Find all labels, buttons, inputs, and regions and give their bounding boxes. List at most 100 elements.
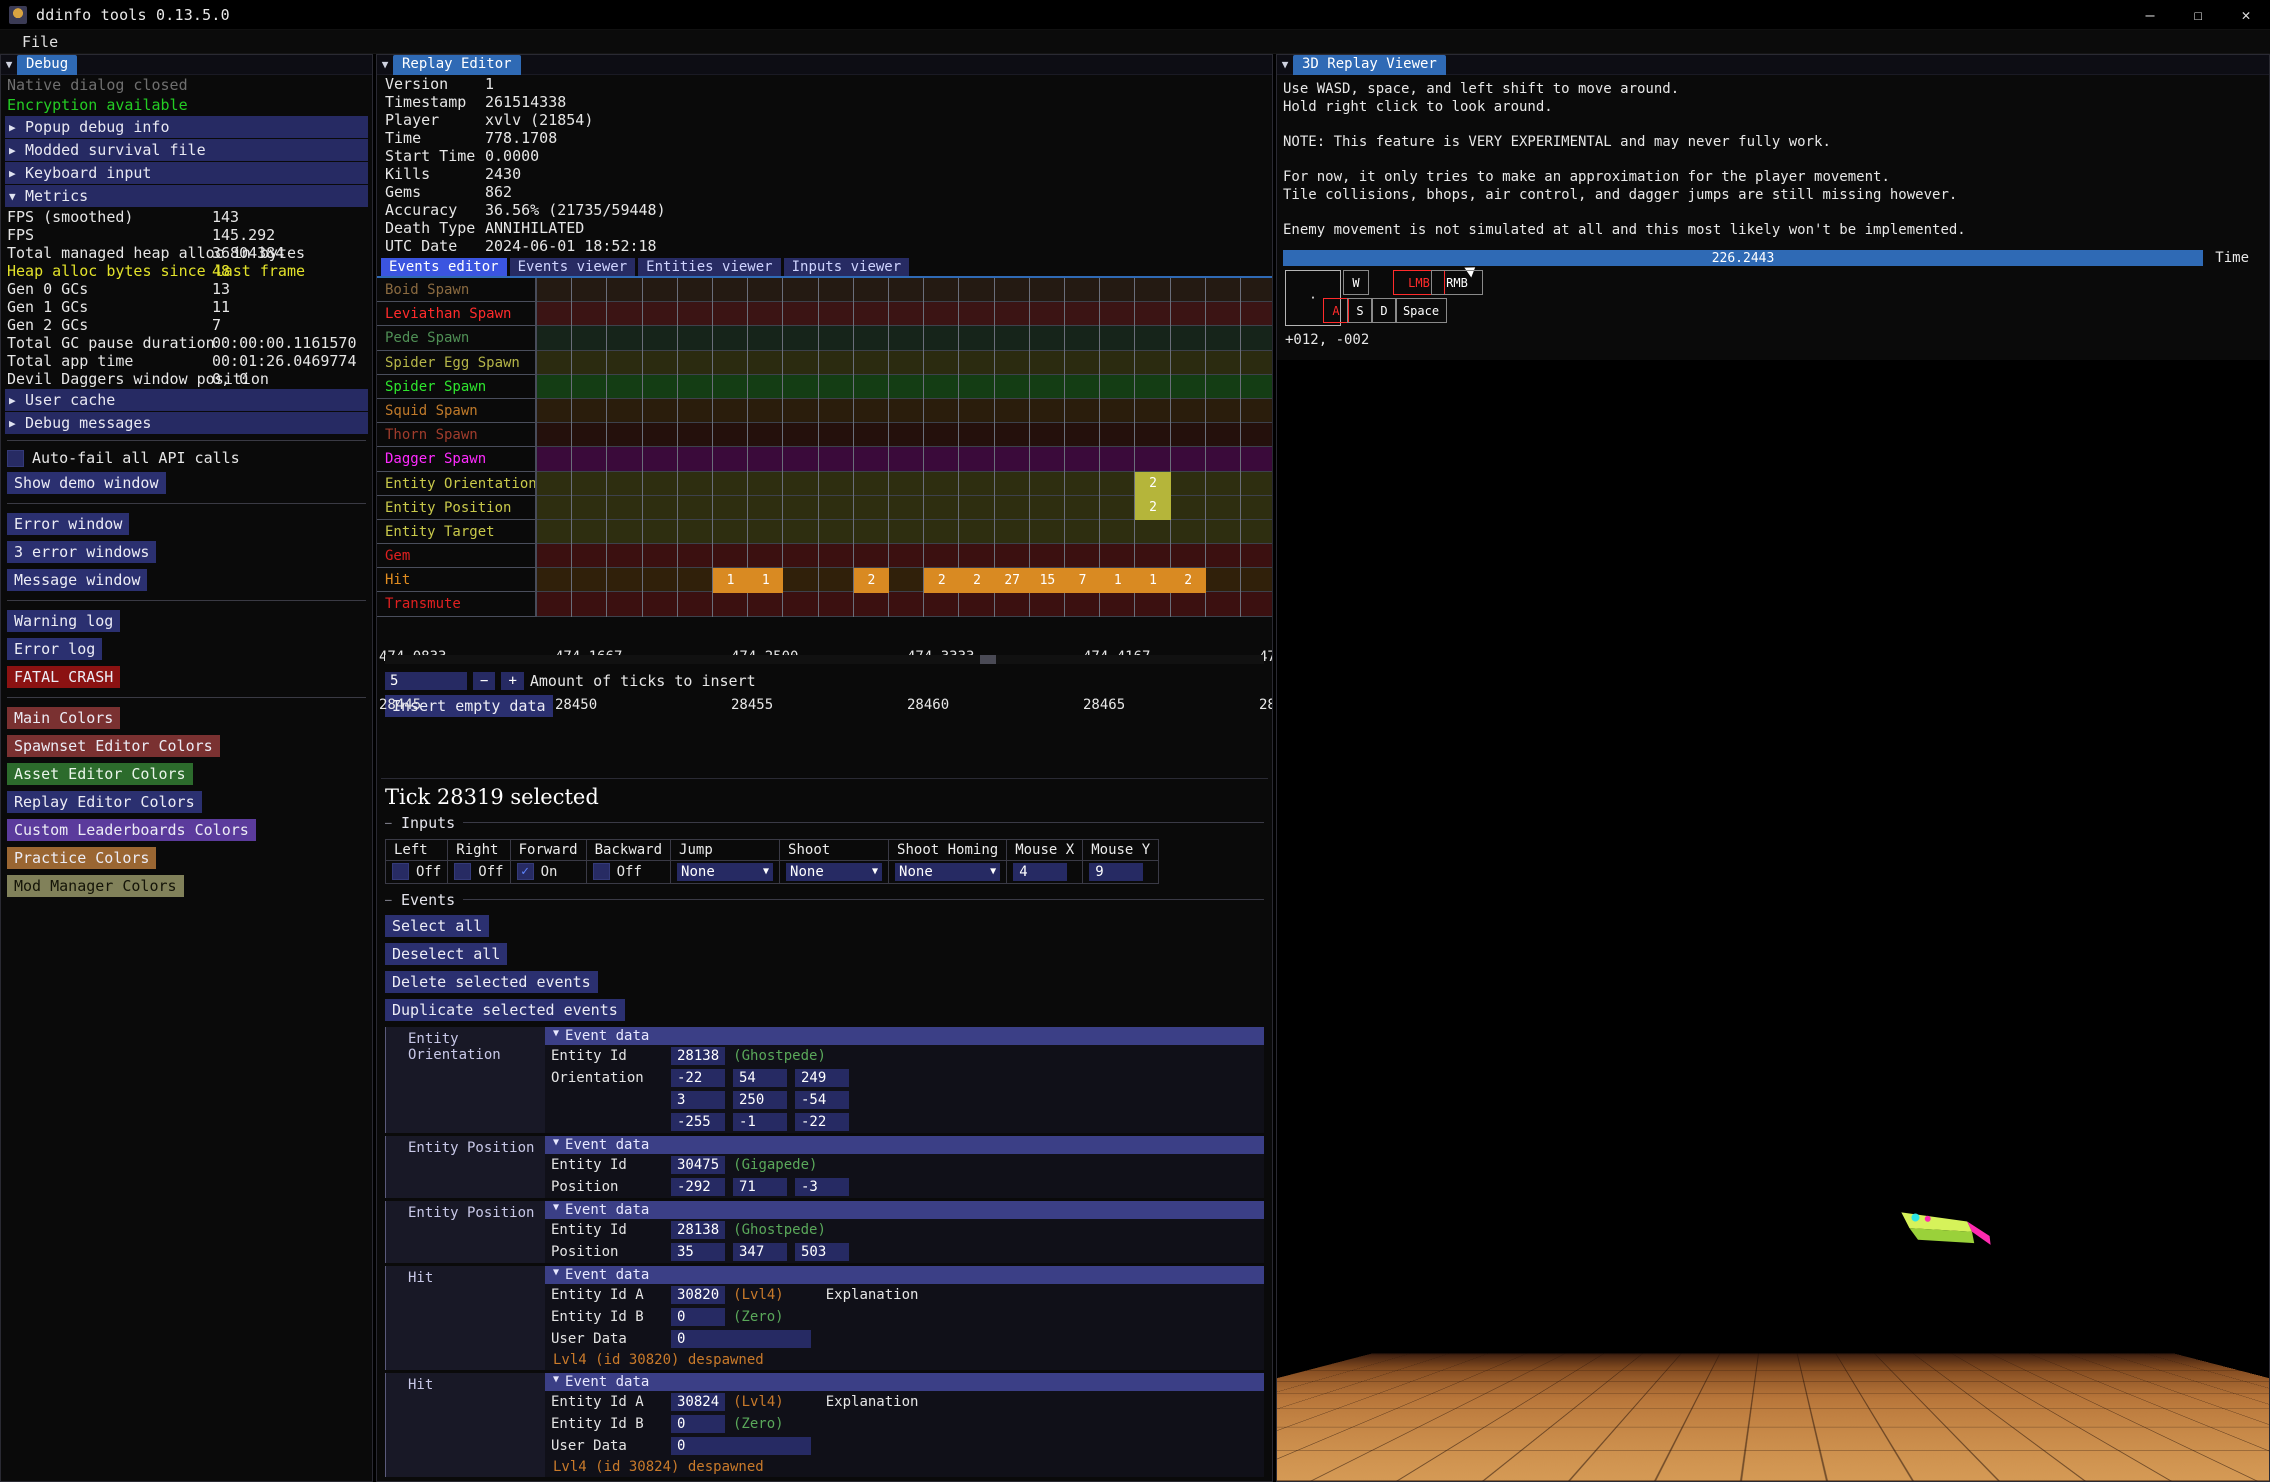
timeline-cell[interactable]	[607, 568, 643, 593]
timeline-cell[interactable]	[713, 398, 749, 424]
timeline-cell[interactable]	[643, 326, 678, 351]
timeline-cell[interactable]	[819, 592, 854, 617]
timeline-cell[interactable]	[748, 423, 784, 448]
timeline-cell[interactable]	[1065, 326, 1101, 351]
timeline-cell[interactable]	[1171, 544, 1206, 569]
timeline-cell[interactable]	[713, 471, 749, 496]
timeline-cell[interactable]	[678, 350, 713, 375]
timeline-cell[interactable]	[643, 398, 678, 424]
event-field-value[interactable]: 503	[795, 1242, 849, 1261]
timeline-cell[interactable]	[1206, 447, 1241, 472]
timeline-cell[interactable]	[1171, 302, 1206, 327]
timeline-cell[interactable]	[643, 592, 678, 617]
timeline-cell[interactable]	[1100, 278, 1136, 303]
timeline-cell[interactable]	[1065, 447, 1101, 472]
tab-debug[interactable]: Debug	[17, 54, 78, 75]
timeline-cell[interactable]	[854, 544, 889, 569]
timeline-cell[interactable]	[678, 568, 713, 593]
timeline-cell[interactable]	[1030, 519, 1065, 545]
timeline-cell[interactable]	[713, 350, 749, 375]
button-3-error-windows[interactable]: 3 error windows	[7, 541, 157, 563]
timeline-cell[interactable]	[572, 278, 608, 303]
timeline-cell[interactable]	[748, 447, 784, 472]
menu-item-file[interactable]: File	[14, 31, 66, 53]
timeline-row-label[interactable]: Dagger Spawn	[377, 447, 535, 472]
timeline-cell[interactable]	[819, 471, 854, 496]
timeline-cell[interactable]	[1065, 592, 1101, 617]
scrollbar-thumb[interactable]	[980, 654, 996, 664]
timeline-cell[interactable]	[1065, 398, 1101, 424]
timeline-cell[interactable]	[643, 423, 678, 448]
timeline-cell[interactable]	[537, 398, 573, 424]
timeline-cell[interactable]	[607, 471, 643, 496]
timeline-cell[interactable]	[1030, 471, 1065, 496]
timeline-cell[interactable]	[924, 447, 960, 472]
timeline-event-marker[interactable]: 2	[1135, 471, 1171, 496]
close-button[interactable]: ✕	[2222, 0, 2270, 30]
timeline-cell[interactable]	[678, 447, 713, 472]
number-input[interactable]: 4	[1013, 862, 1068, 881]
timeline-cell[interactable]	[1206, 495, 1241, 520]
timeline-cell[interactable]	[924, 592, 960, 617]
button-error-log[interactable]: Error log	[7, 638, 103, 660]
timeline-cell[interactable]	[819, 374, 854, 399]
timeline-cell[interactable]	[1206, 519, 1241, 545]
timeline-cell[interactable]	[1206, 398, 1241, 424]
timeline-cell[interactable]	[995, 471, 1030, 496]
timeline-cell[interactable]	[607, 447, 643, 472]
input-combo-cell[interactable]: None ▼	[888, 859, 1008, 884]
timeline-cell[interactable]	[1065, 495, 1101, 520]
timeline-cell[interactable]	[783, 447, 819, 472]
input-toggle-cell[interactable]: Off	[447, 859, 511, 884]
timeline-cell[interactable]	[572, 374, 608, 399]
timeline-cell[interactable]	[572, 302, 608, 327]
event-field-value[interactable]: 71	[733, 1177, 787, 1196]
timeline-cell[interactable]	[889, 495, 925, 520]
timeline-cell[interactable]	[783, 471, 819, 496]
timeline-cell[interactable]	[713, 374, 749, 399]
timeline-cell[interactable]	[678, 374, 713, 399]
timeline-cell[interactable]	[889, 568, 925, 593]
timeline-cell[interactable]	[1135, 278, 1171, 303]
timeline-cell[interactable]	[1241, 302, 1272, 326]
timeline-event-marker[interactable]: 1	[1100, 568, 1136, 593]
timeline-cell[interactable]	[889, 471, 925, 496]
timeline-cell[interactable]	[819, 350, 854, 375]
timeline-cell[interactable]	[1100, 302, 1136, 327]
button-show-demo-window[interactable]: Show demo window	[7, 472, 166, 494]
timeline-cell[interactable]	[995, 592, 1030, 617]
tab-replay-editor[interactable]: Replay Editor	[393, 54, 521, 75]
timeline-row-label[interactable]: Squid Spawn	[377, 399, 535, 424]
timeline-cell[interactable]	[1206, 302, 1241, 327]
timeline-cell[interactable]	[1241, 278, 1272, 302]
button-custom-leaderboards-colors[interactable]: Custom Leaderboards Colors	[7, 819, 256, 841]
timeline-cell[interactable]	[1030, 423, 1065, 448]
timeline-cell[interactable]	[959, 278, 995, 303]
timeline-cell[interactable]	[1171, 350, 1206, 375]
timeline-cell[interactable]	[995, 519, 1030, 545]
timeline-cell[interactable]	[783, 278, 819, 303]
event-field-value[interactable]: 0	[671, 1436, 811, 1455]
event-type-label[interactable]: Entity Orientation	[385, 1026, 545, 1133]
timeline-event-marker[interactable]: 27	[994, 568, 1030, 593]
timeline-cell[interactable]	[924, 374, 960, 399]
timeline-cell[interactable]	[1100, 326, 1136, 351]
timeline-cell[interactable]	[1171, 278, 1206, 303]
debug-section-metrics[interactable]: ▼ Metrics	[5, 185, 368, 207]
timeline-cell[interactable]	[1241, 496, 1272, 520]
timeline-cell[interactable]	[1065, 350, 1101, 375]
timeline-cell[interactable]	[924, 350, 960, 375]
button-spawnset-editor-colors[interactable]: Spawnset Editor Colors	[7, 735, 220, 757]
timeline-cell[interactable]	[924, 423, 960, 448]
event-field-value[interactable]: 28138	[671, 1046, 726, 1065]
timeline-cell[interactable]	[819, 398, 854, 424]
event-type-label[interactable]: Entity Position	[385, 1200, 545, 1263]
event-field-value[interactable]: 30475	[671, 1155, 726, 1174]
timeline-cell[interactable]	[1135, 302, 1171, 327]
timeline-row-label[interactable]: Spider Egg Spawn	[377, 351, 535, 375]
timeline-cell[interactable]	[678, 423, 713, 448]
timeline-cell[interactable]	[819, 423, 854, 448]
timeline-cell[interactable]	[819, 568, 854, 593]
event-field-value[interactable]: -292	[671, 1177, 725, 1196]
timeline-row[interactable]	[537, 326, 1272, 351]
